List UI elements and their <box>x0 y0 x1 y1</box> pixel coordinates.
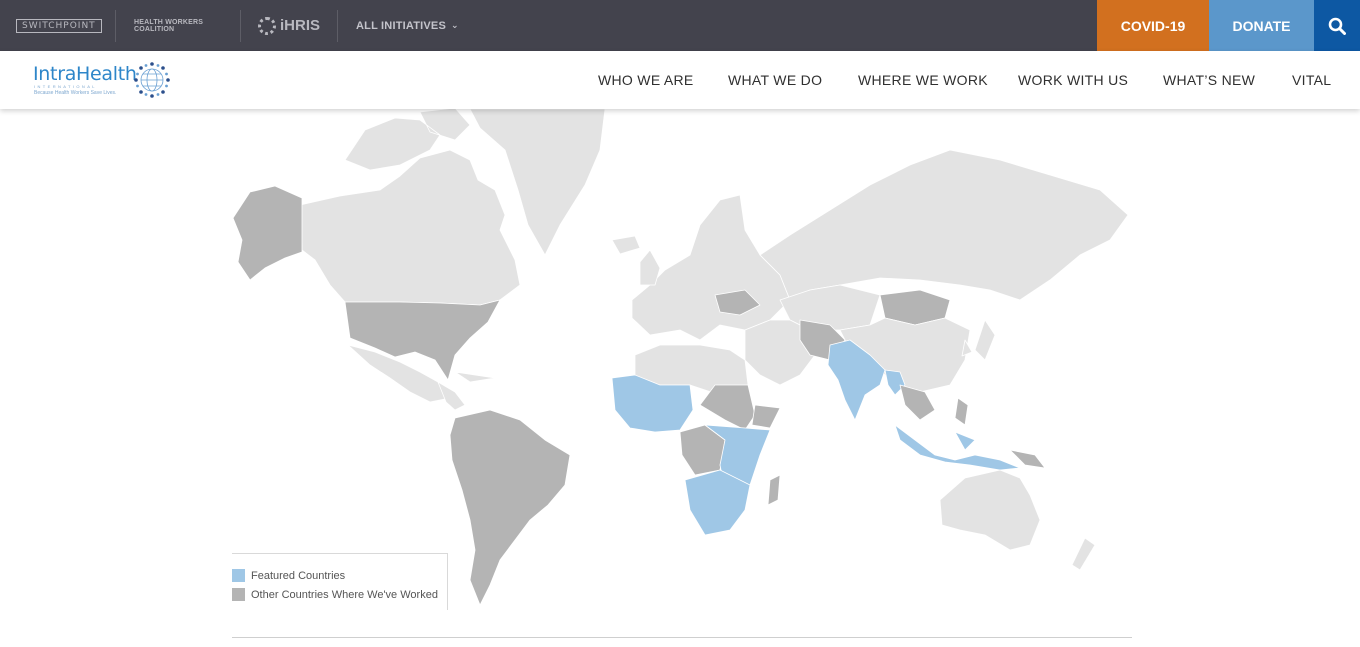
country-egypt-sudan <box>699 384 756 431</box>
hwc-logo-text: HEALTH WORKERS COALITION <box>134 18 204 33</box>
main-nav: IntraHealth INTERNATIONAL Because Health… <box>0 51 1360 109</box>
search-button[interactable] <box>1314 0 1360 51</box>
legend-featured: Featured Countries <box>232 569 345 582</box>
brand-name: IntraHealth <box>33 63 137 85</box>
ihris-logo[interactable]: iHRIS <box>258 0 322 51</box>
divider <box>337 10 338 42</box>
ihris-logo-text: iHRIS <box>280 17 321 34</box>
legend-worked: Other Countries Where We've Worked <box>232 588 438 601</box>
all-initiatives-label: ALL INITIATIVES <box>356 19 446 32</box>
globe-people-icon <box>134 62 170 98</box>
country-usa <box>344 299 501 381</box>
country-se-asia <box>899 384 936 421</box>
country-indonesia <box>894 424 1021 471</box>
country-iceland <box>611 235 641 255</box>
switchpoint-logo-text: SWITCHPOINT <box>16 18 102 33</box>
search-icon <box>1328 17 1346 35</box>
country-south-america <box>449 409 571 606</box>
chevron-down-icon: ⌄ <box>451 20 459 30</box>
nav-whats-new[interactable]: WHAT’S NEW <box>1163 51 1255 109</box>
covid-19-label: COVID-19 <box>1120 17 1186 34</box>
brand-tagline: Because Health Workers Save Lives. <box>34 90 117 96</box>
utility-bar: SWITCHPOINT HEALTH WORKERS COALITION iHR… <box>0 0 1360 51</box>
country-southern-africa <box>684 469 751 536</box>
country-australia <box>939 469 1041 551</box>
intrahealth-logo[interactable]: IntraHealth INTERNATIONAL Because Health… <box>33 62 173 99</box>
divider <box>240 10 241 42</box>
section-divider <box>232 637 1132 638</box>
covid-19-button[interactable]: COVID-19 <box>1097 0 1209 51</box>
nav-where-we-work[interactable]: WHERE WE WORK <box>858 51 988 109</box>
country-new-zealand <box>1071 537 1096 571</box>
nav-vital[interactable]: VITAL <box>1292 51 1331 109</box>
donate-label: DONATE <box>1232 17 1291 34</box>
country-png <box>1009 449 1046 469</box>
world-map-svg <box>232 109 1129 606</box>
nav-who-we-are[interactable]: WHO WE ARE <box>598 51 694 109</box>
ihris-aperture-icon <box>258 16 276 35</box>
world-map <box>200 109 1160 619</box>
country-canada <box>299 149 521 306</box>
featured-swatch <box>232 569 245 582</box>
country-horn-africa <box>751 404 781 429</box>
legend-worked-label: Other Countries Where We've Worked <box>251 588 438 601</box>
country-philippines <box>954 397 969 426</box>
country-alaska <box>232 185 303 281</box>
nav-what-we-do[interactable]: WHAT WE DO <box>728 51 822 109</box>
switchpoint-logo[interactable]: SWITCHPOINT <box>16 0 102 51</box>
all-initiatives-dropdown[interactable]: ALL INITIATIVES ⌄ <box>356 0 459 51</box>
country-russia <box>759 149 1129 301</box>
divider <box>115 10 116 42</box>
donate-button[interactable]: DONATE <box>1209 0 1314 51</box>
brand-sub: INTERNATIONAL <box>34 84 97 89</box>
worked-swatch <box>232 588 245 601</box>
map-legend: Featured Countries Other Countries Where… <box>232 553 448 610</box>
legend-featured-label: Featured Countries <box>251 569 346 582</box>
health-workers-coalition-logo[interactable]: HEALTH WORKERS COALITION <box>134 0 224 51</box>
nav-work-with-us[interactable]: WORK WITH US <box>1018 51 1128 109</box>
country-madagascar <box>767 474 781 506</box>
